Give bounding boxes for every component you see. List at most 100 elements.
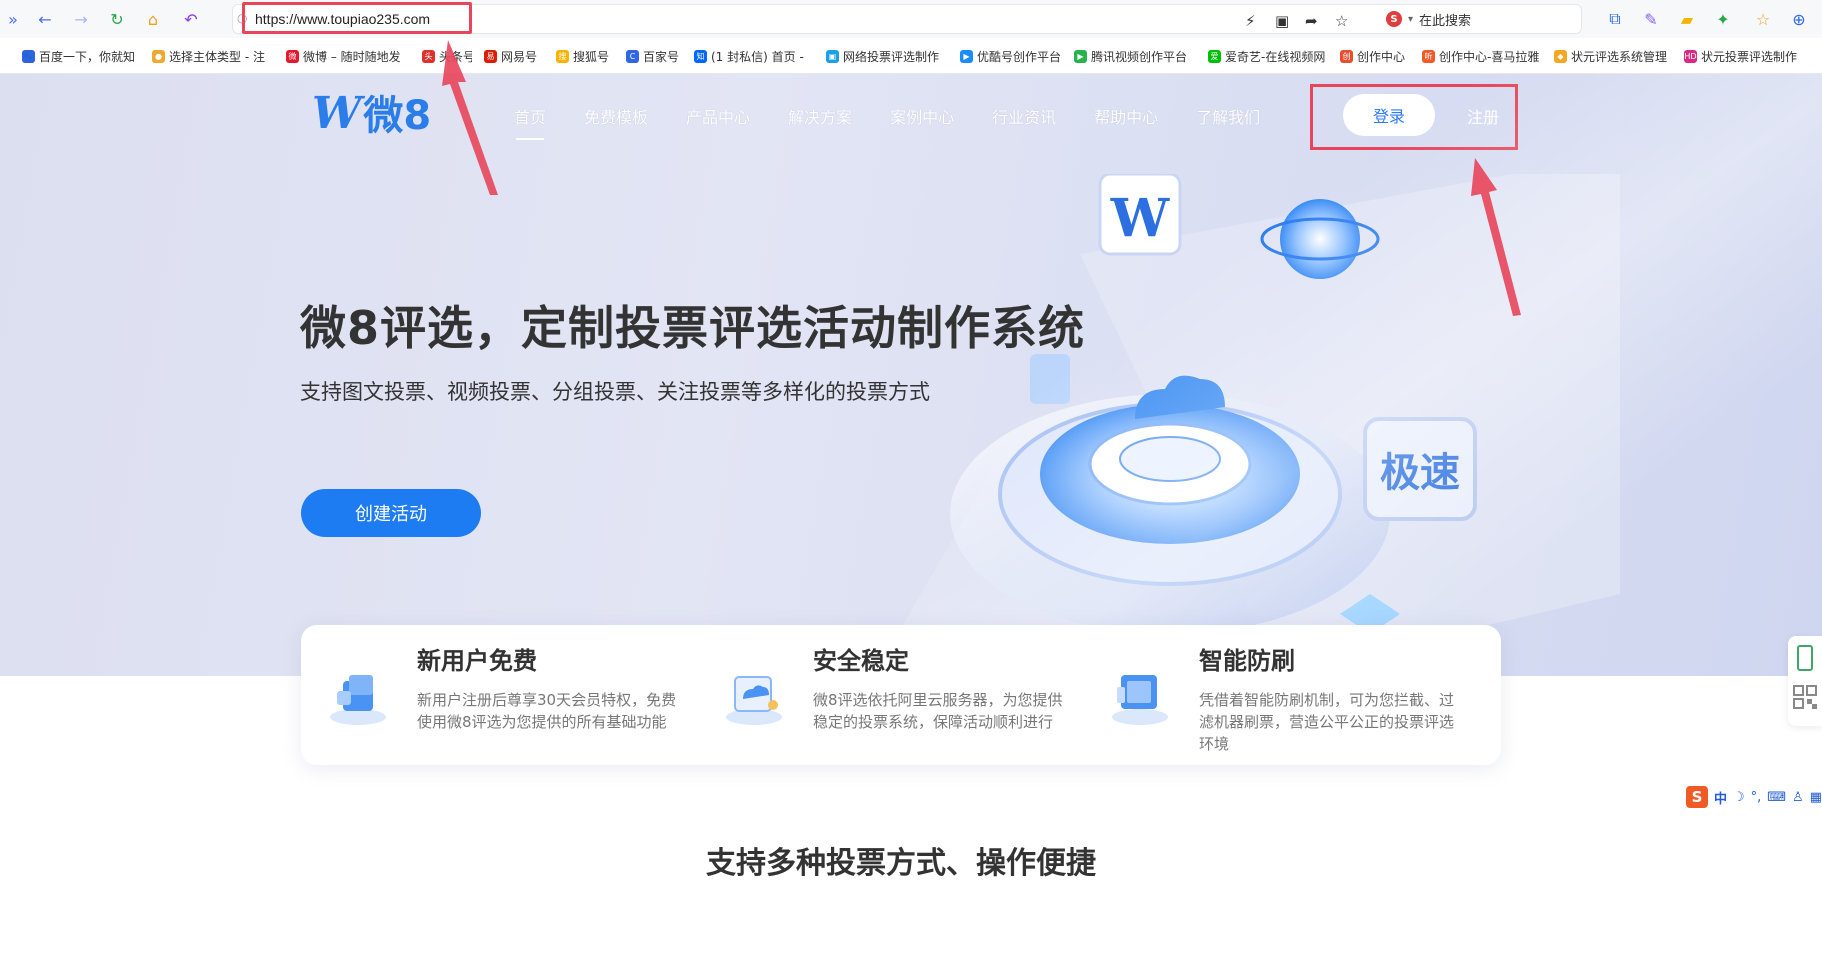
- moon-icon[interactable]: ☽: [1733, 790, 1745, 805]
- bookmark-label: 微博 – 随时随地发: [303, 50, 401, 64]
- url-annotation-box: [242, 2, 472, 34]
- logo-mark: W: [312, 88, 362, 139]
- undo-menu-icon[interactable]: ↶: [180, 8, 202, 30]
- feature-free: 新用户免费 新用户注册后尊享30天会员特权，免费使用微8评选为您提供的所有基础功…: [301, 625, 691, 765]
- user-icon[interactable]: ♙: [1792, 790, 1804, 805]
- download-icon[interactable]: ⊕: [1788, 8, 1810, 30]
- favorites-icon[interactable]: ☆: [1752, 8, 1774, 30]
- nav-cases[interactable]: 案例中心: [890, 104, 954, 128]
- nav-news[interactable]: 行业资讯: [992, 104, 1056, 128]
- nav-help[interactable]: 帮助中心: [1094, 104, 1158, 128]
- feature-secure: 安全稳定 微8评选依托阿里云服务器，为您提供稳定的投票系统，保障活动顺利进行: [697, 625, 1087, 765]
- bookmark-item[interactable]: C 百家号: [626, 48, 679, 65]
- bookmark-icon: 搜: [556, 50, 569, 63]
- notes-icon[interactable]: ✎: [1640, 8, 1662, 30]
- bookmark-icon: 头: [422, 50, 435, 63]
- bookmark-icon: ▶: [1074, 50, 1087, 63]
- keyboard-icon[interactable]: ⌨: [1767, 790, 1786, 805]
- bookmark-label: 选择主体类型 - 注: [169, 50, 265, 64]
- sogou-ime-logo[interactable]: S: [1686, 786, 1708, 808]
- feature-antibot: 智能防刷 凭借着智能防刷机制，可为您拦截、过滤机器刷票，营造公平公正的投票评选环…: [1083, 625, 1473, 765]
- share-icon[interactable]: ➦: [1305, 12, 1318, 30]
- bookmark-icon: 爱: [1208, 50, 1221, 63]
- extension-icon[interactable]: ✦: [1712, 8, 1734, 30]
- nav-free-templates[interactable]: 免费模板: [584, 104, 648, 128]
- bookmark-icon: 创: [1340, 50, 1353, 63]
- feature-title: 新用户免费: [417, 647, 537, 675]
- bookmark-icon: ◆: [1554, 50, 1567, 63]
- bookmark-icon: C: [626, 50, 639, 63]
- lightning-icon[interactable]: ⚡: [1245, 12, 1256, 30]
- bookmark-item[interactable]: ◆ 状元评选系统管理: [1554, 48, 1667, 65]
- qr-code-icon[interactable]: [1793, 685, 1817, 709]
- svg-text:W: W: [1110, 188, 1171, 249]
- folder-icon[interactable]: ▰: [1676, 8, 1698, 30]
- bookmark-item[interactable]: 创创作中心: [1340, 48, 1405, 65]
- hero-section: W 微8 首页 免费模板 产品中心 解决方案 案例中心 行业资讯 帮助中心 了解…: [0, 74, 1822, 676]
- bookmark-icon: HD: [1684, 50, 1697, 63]
- bookmark-item[interactable]: 爱爱奇艺-在线视频网: [1208, 48, 1325, 65]
- search-placeholder: 在此搜索: [1419, 13, 1472, 29]
- ime-mode[interactable]: 中: [1714, 788, 1727, 807]
- register-link[interactable]: 注册: [1467, 104, 1499, 128]
- bookmarks-bar: 🐾 百度一下，你就知 ● 选择主体类型 - 注微微博 – 随时随地发头头条号易网易号搜…: [0, 38, 1822, 74]
- bookmark-label: 百度一下，你就知: [39, 50, 136, 64]
- bookmark-label: 创作中心: [1357, 50, 1406, 64]
- main-nav: 首页 免费模板 产品中心 解决方案 案例中心 行业资讯 帮助中心 了解我们: [514, 104, 1298, 140]
- home-icon[interactable]: ⌂: [142, 8, 164, 30]
- feature-cards: 新用户免费 新用户注册后尊享30天会员特权，免费使用微8评选为您提供的所有基础功…: [301, 625, 1501, 765]
- login-button[interactable]: 登录: [1343, 94, 1435, 136]
- bookmark-label: 创作中心-喜马拉雅: [1439, 50, 1540, 64]
- bookmark-item[interactable]: HD 状元投票评选制作: [1684, 48, 1797, 65]
- bookmark-label: 百家号: [643, 50, 680, 64]
- bookmark-item[interactable]: ● 选择主体类型 - 注: [152, 48, 265, 65]
- grid-icon[interactable]: ▦: [1810, 790, 1822, 805]
- back-icon[interactable]: ←: [34, 8, 56, 30]
- bookmark-item[interactable]: 知 (1 封私信) 首页 -: [694, 48, 804, 65]
- forward-icon[interactable]: →: [70, 8, 92, 30]
- auth-annotation-box: [1310, 84, 1518, 150]
- bookmark-icon: 🐾: [22, 50, 35, 63]
- bookmark-label: 爱奇艺-在线视频网: [1225, 50, 1326, 64]
- bookmark-item[interactable]: ▶ 腾讯视频创作平台: [1074, 48, 1187, 65]
- bookmark-item[interactable]: 搜搜狐号: [556, 48, 609, 65]
- star-icon[interactable]: ☆: [1335, 12, 1348, 30]
- nav-products[interactable]: 产品中心: [686, 104, 750, 128]
- sidebar-toggle-icon[interactable]: »: [2, 8, 24, 30]
- bookmark-item[interactable]: 听创作中心-喜马拉雅: [1422, 48, 1539, 65]
- punctuation-icon[interactable]: °,: [1751, 790, 1762, 805]
- side-float-panel: [1788, 636, 1822, 726]
- bookmark-label: (1 封私信) 首页 -: [711, 50, 804, 64]
- bookmark-label: 网络投票评选制作: [843, 50, 940, 64]
- feature-desc: 新用户注册后尊享30天会员特权，免费使用微8评选为您提供的所有基础功能: [417, 691, 677, 731]
- browser-toolbar: » ← → ↻ ⌂ ↶ ○ https://www.toupiao235.com…: [0, 0, 1822, 38]
- ime-toolbar: S 中 ☽ °, ⌨ ♙ ▦: [1682, 784, 1822, 810]
- bookmark-item[interactable]: 🐾 百度一下，你就知: [22, 48, 135, 65]
- feature-title: 智能防刷: [1199, 647, 1295, 675]
- nav-solutions[interactable]: 解决方案: [788, 104, 852, 128]
- feature-desc: 凭借着智能防刷机制，可为您拦截、过滤机器刷票，营造公平公正的投票评选环境: [1199, 691, 1455, 753]
- bookmark-item[interactable]: ▣ 网络投票评选制作: [826, 48, 939, 65]
- annotation-arrow-url: [442, 40, 498, 195]
- sogou-icon: S: [1386, 11, 1402, 27]
- bookmark-icon: ▶: [960, 50, 973, 63]
- reload-icon[interactable]: ↻: [106, 8, 128, 30]
- site-logo[interactable]: W 微8: [312, 88, 432, 139]
- search-engine-box[interactable]: S ▾ 在此搜索: [1386, 8, 1576, 30]
- logo-text: 微8: [363, 93, 432, 139]
- nav-about[interactable]: 了解我们: [1196, 104, 1260, 128]
- bookmark-item[interactable]: 微微博 – 随时随地发: [286, 48, 401, 65]
- cloud-server-icon: [726, 676, 782, 725]
- nav-home[interactable]: 首页: [514, 104, 546, 140]
- translate-icon[interactable]: ⧉: [1604, 8, 1626, 30]
- screenshot-icon[interactable]: ▣: [1275, 12, 1289, 30]
- bookmark-icon: ▣: [826, 50, 839, 63]
- create-activity-button[interactable]: 创建活动: [301, 489, 481, 537]
- section-title: 支持多种投票方式、操作便捷: [706, 846, 1096, 881]
- mobile-icon[interactable]: [1797, 645, 1813, 671]
- bookmark-label: 优酷号创作平台: [977, 50, 1062, 64]
- bookmark-item[interactable]: ▶ 优酷号创作平台: [960, 48, 1061, 65]
- chevron-down-icon[interactable]: ▾: [1408, 14, 1413, 25]
- bookmark-label: 状元投票评选制作: [1701, 50, 1798, 64]
- feature-title: 安全稳定: [813, 647, 909, 675]
